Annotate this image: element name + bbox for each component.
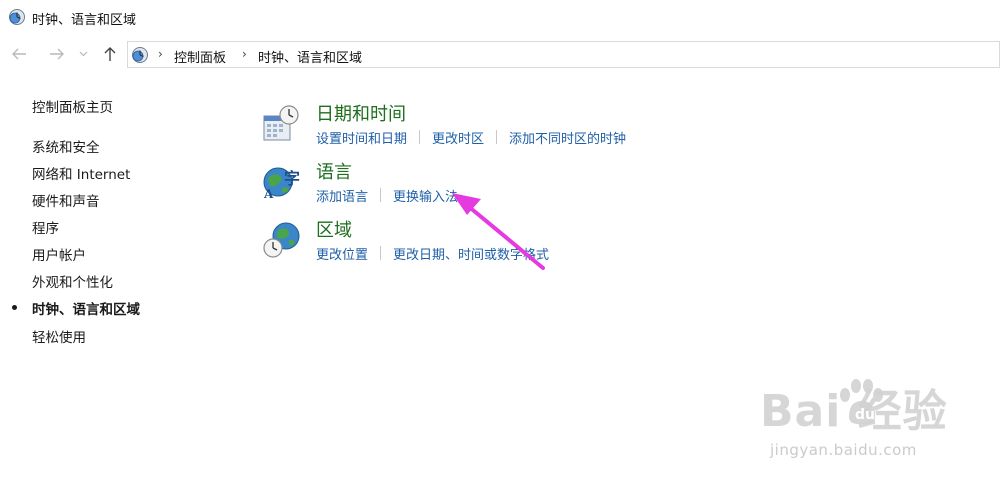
category-title-date-time[interactable]: 日期和时间 — [316, 100, 406, 126]
back-button[interactable] — [8, 42, 30, 66]
sidebar-item-system-security[interactable]: 系统和安全 — [32, 136, 100, 156]
link-change-timezone[interactable]: 更改时区 — [432, 128, 484, 147]
link-divider — [496, 130, 498, 144]
sidebar-item-user-accounts[interactable]: 用户帐户 — [32, 244, 86, 264]
svg-text:du: du — [855, 407, 875, 423]
link-set-time-date[interactable]: 设置时间和日期 — [316, 128, 407, 147]
svg-text:A: A — [263, 187, 274, 201]
sidebar-item-ease-of-access[interactable]: 轻松使用 — [32, 326, 86, 346]
region-globe-clock-icon[interactable] — [262, 220, 302, 260]
breadcrumb-chevron-icon: › — [242, 47, 247, 61]
sidebar-item-appearance[interactable]: 外观和个性化 — [32, 271, 113, 291]
chevron-down-icon — [79, 51, 88, 57]
sidebar-item-control-panel-home[interactable]: 控制面板主页 — [32, 96, 113, 116]
category-title-region[interactable]: 区域 — [316, 216, 352, 242]
link-change-location[interactable]: 更改位置 — [316, 244, 368, 263]
recent-locations-button[interactable] — [76, 42, 90, 66]
link-divider — [419, 130, 421, 144]
arrow-up-icon — [103, 46, 117, 62]
category-title-language[interactable]: 语言 — [316, 158, 352, 184]
link-add-language[interactable]: 添加语言 — [316, 186, 368, 205]
sidebar-item-programs[interactable]: 程序 — [32, 217, 59, 237]
navigation-bar: › 控制面板 › 时钟、语言和区域 — [0, 38, 1000, 70]
category-links: 添加语言 更换输入法 — [316, 186, 458, 205]
current-item-bullet — [12, 305, 17, 310]
arrow-right-icon — [49, 47, 65, 61]
link-change-date-time-number-format[interactable]: 更改日期、时间或数字格式 — [393, 244, 549, 263]
link-divider — [380, 246, 382, 260]
address-bar[interactable]: › 控制面板 › 时钟、语言和区域 — [127, 41, 1000, 68]
control-panel-clock-icon — [8, 8, 26, 26]
watermark-url: jingyan.baidu.com — [770, 441, 917, 459]
svg-text:字: 字 — [284, 169, 300, 188]
link-add-clocks[interactable]: 添加不同时区的时钟 — [509, 128, 626, 147]
category-language: 字 A 语言 添加语言 更换输入法 — [262, 162, 862, 218]
control-panel-clock-icon — [131, 46, 149, 64]
category-links: 设置时间和日期 更改时区 添加不同时区的时钟 — [316, 128, 626, 147]
link-divider — [380, 188, 382, 202]
category-links: 更改位置 更改日期、时间或数字格式 — [316, 244, 549, 263]
breadcrumb-control-panel[interactable]: 控制面板 — [174, 47, 226, 66]
paw-icon: du — [835, 379, 885, 427]
category-region: 区域 更改位置 更改日期、时间或数字格式 — [262, 220, 862, 276]
category-date-time: 日期和时间 设置时间和日期 更改时区 添加不同时区的时钟 — [262, 104, 862, 160]
breadcrumb-chevron-icon: › — [158, 47, 163, 61]
title-bar: 时钟、语言和区域 — [0, 0, 1000, 34]
sidebar-item-hardware-sound[interactable]: 硬件和声音 — [32, 190, 100, 210]
link-change-input-method[interactable]: 更换输入法 — [393, 186, 458, 205]
sidebar-item-clock-language-region[interactable]: 时钟、语言和区域 — [32, 298, 140, 318]
up-button[interactable] — [99, 42, 121, 66]
arrow-left-icon — [11, 47, 27, 61]
breadcrumb-clock-language-region[interactable]: 时钟、语言和区域 — [258, 47, 362, 66]
language-globe-icon[interactable]: 字 A — [262, 162, 302, 202]
calendar-clock-icon[interactable] — [262, 104, 302, 144]
baidu-watermark: Bai 经验 du jingyan.baidu.com — [760, 375, 995, 470]
sidebar-item-network-internet[interactable]: 网络和 Internet — [32, 163, 130, 183]
forward-button[interactable] — [46, 42, 68, 66]
window-title: 时钟、语言和区域 — [32, 13, 137, 28]
